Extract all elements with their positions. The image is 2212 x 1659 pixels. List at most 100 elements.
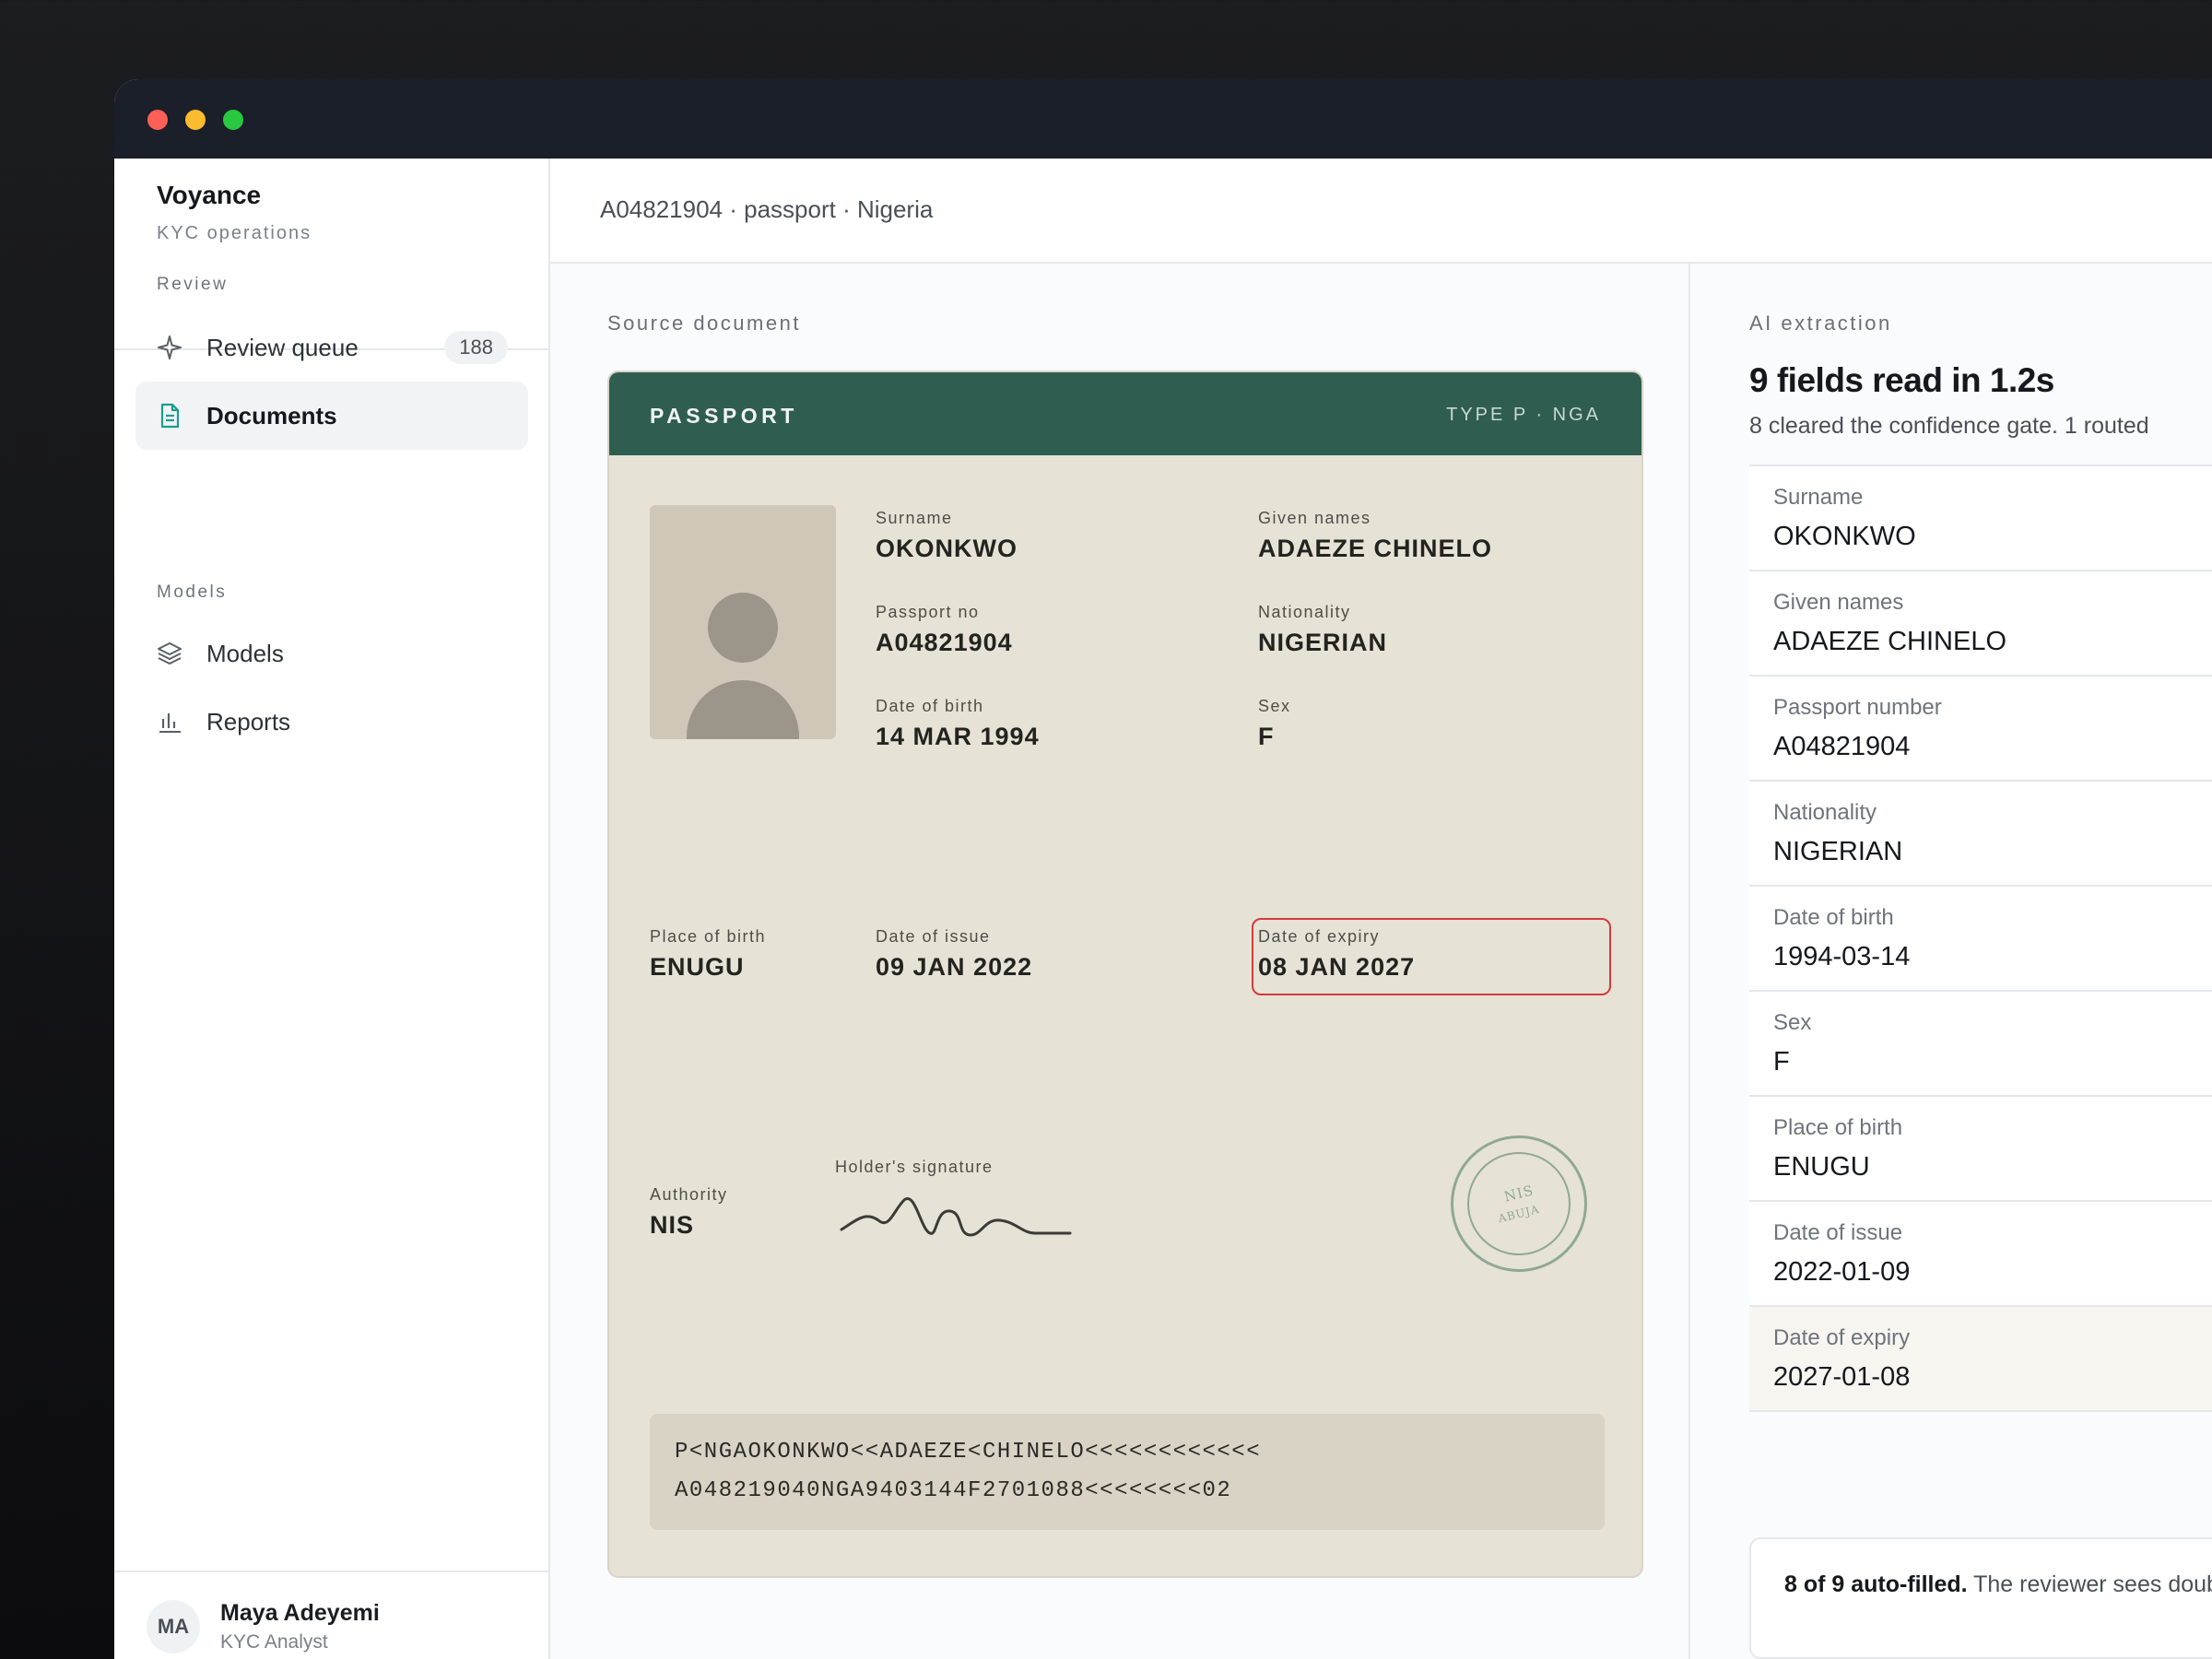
sidebar-item-review-queue[interactable]: Review queue 188 (135, 313, 528, 382)
field-value: ADAEZE CHINELO (1773, 627, 2006, 656)
extracted-field-row[interactable]: Place of birth ENUGU (1749, 1097, 2212, 1202)
layers-icon (158, 642, 182, 665)
extracted-fields-list: Surname OKONKWO Given names ADAEZE CHINE… (1749, 465, 2212, 1412)
field-value-pob: ENUGU (650, 953, 745, 981)
extracted-field-row[interactable]: Passport number A04821904 (1749, 677, 2212, 782)
authority-stamp: NIS ABUJA (1451, 1135, 1587, 1272)
bar-chart-icon (159, 713, 181, 733)
stamp-inner-ring: NIS ABUJA (1467, 1152, 1571, 1255)
sparkle-icon (158, 335, 182, 359)
passport-image: PASSPORT TYPE P · NGA Surname OKONKWO Gi… (607, 371, 1643, 1578)
field-label-pob: Place of birth (650, 927, 767, 946)
machine-readable-zone: P<NGAOKONKWO<<ADAEZE<CHINELO<<<<<<<<<<<<… (650, 1414, 1605, 1530)
field-label: Nationality (1773, 800, 1877, 825)
maximize-window-button[interactable] (223, 110, 243, 130)
field-value: A04821904 (1773, 732, 1911, 761)
brand-subtitle: KYC operations (157, 223, 312, 243)
field-label: Date of birth (1773, 905, 1894, 930)
field-value-dob: 14 MAR 1994 (876, 723, 1040, 750)
sidebar-item-documents[interactable]: Documents (135, 382, 528, 450)
extracted-field-row[interactable]: Sex F (1749, 992, 2212, 1097)
passport-type: TYPE P · NGA (1446, 405, 1601, 425)
pane-label: AI extraction (1749, 312, 1892, 335)
extracted-field-row[interactable]: Date of issue 2022-01-09 (1749, 1202, 2212, 1307)
field-value-given-names: ADAEZE CHINELO (1258, 535, 1493, 562)
field-value-nationality: NIGERIAN (1258, 629, 1388, 656)
sidebar-item-reports[interactable]: Reports (135, 688, 528, 756)
field-value-surname: OKONKWO (876, 535, 1018, 562)
holder-photo (650, 505, 836, 739)
field-value-sex: F (1258, 723, 1275, 750)
passport-header: PASSPORT TYPE P · NGA (609, 372, 1641, 455)
summary-text: 8 of 9 auto-filled. The reviewer sees do… (1784, 1567, 2212, 1602)
field-label-surname: Surname (876, 509, 953, 527)
sidebar-item-label: Reports (206, 708, 291, 735)
signature-image (840, 1196, 1072, 1237)
section-label-review: Review (157, 275, 229, 294)
summary-card: 8 of 9 auto-filled. The reviewer sees do… (1749, 1537, 2212, 1659)
app-window: Voyance KYC operations Review Review que… (114, 79, 2212, 1659)
document-icon (160, 403, 180, 429)
extraction-title: 9 fields read in 1.2s (1749, 361, 2054, 399)
section-label-models: Models (157, 582, 228, 602)
top-bar: A04821904 · passport · Nigeria (550, 159, 2212, 264)
field-value: OKONKWO (1773, 522, 1916, 551)
photo-head-shape (708, 593, 778, 663)
title-bar (114, 79, 2212, 159)
main-content: A04821904 · passport · Nigeria Source do… (550, 159, 2212, 1659)
avatar: MA (147, 1600, 200, 1653)
pane-label: Source document (607, 312, 801, 335)
extraction-subtitle: 8 cleared the confidence gate. 1 routed (1749, 413, 2149, 439)
field-value-authority: NIS (650, 1211, 695, 1239)
field-label-nationality: Nationality (1258, 603, 1351, 621)
user-profile[interactable]: MA Maya Adeyemi KYC Analyst (114, 1571, 548, 1659)
field-label-dob: Date of birth (876, 697, 984, 715)
field-label-doe: Date of expiry (1258, 927, 1381, 946)
field-label: Sex (1773, 1010, 1812, 1035)
summary-bold: 8 of 9 auto-filled. (1784, 1571, 1968, 1597)
breadcrumb: A04821904 · passport · Nigeria (600, 195, 934, 223)
mrz-line-1: P<NGAOKONKWO<<ADAEZE<CHINELO<<<<<<<<<<<< (675, 1440, 1262, 1465)
queue-count-badge: 188 (444, 331, 508, 364)
extracted-field-row[interactable]: Given names ADAEZE CHINELO (1749, 571, 2212, 677)
field-value: NIGERIAN (1773, 837, 1903, 866)
sidebar-item-label: Review queue (206, 334, 359, 361)
field-label-passport-no: Passport no (876, 603, 980, 621)
extracted-field-row[interactable]: Surname OKONKWO (1749, 466, 2212, 571)
sidebar: Voyance KYC operations Review Review que… (114, 159, 550, 1659)
field-label-given-names: Given names (1258, 509, 1371, 527)
user-role: KYC Analyst (220, 1631, 328, 1653)
field-value: F (1773, 1047, 1790, 1077)
signature-label: Holder's signature (835, 1158, 994, 1176)
field-label: Surname (1773, 485, 1864, 510)
field-value-doe: 08 JAN 2027 (1258, 953, 1416, 981)
field-label-doi: Date of issue (876, 927, 991, 946)
field-label: Given names (1773, 590, 1904, 615)
extracted-field-row-flagged[interactable]: Date of expiry 2027-01-08 (1749, 1307, 2212, 1412)
extracted-field-row[interactable]: Nationality NIGERIAN (1749, 782, 2212, 887)
source-document-pane: Source document PASSPORT TYPE P · NGA Su… (550, 264, 1690, 1659)
close-window-button[interactable] (147, 110, 168, 130)
field-value: ENUGU (1773, 1152, 1870, 1182)
field-label: Date of issue (1773, 1220, 1903, 1245)
user-name: Maya Adeyemi (220, 1600, 380, 1626)
field-label-authority: Authority (650, 1185, 728, 1204)
field-label: Passport number (1773, 695, 1942, 720)
sidebar-item-label: Models (206, 640, 284, 667)
field-label-sex: Sex (1258, 697, 1291, 715)
field-value-doi: 09 JAN 2022 (876, 953, 1033, 981)
photo-body-shape (687, 680, 799, 739)
field-value: 2027-01-08 (1773, 1362, 1911, 1392)
field-label: Date of expiry (1773, 1325, 1911, 1350)
field-value: 1994-03-14 (1773, 942, 1911, 971)
field-label: Place of birth (1773, 1115, 1903, 1140)
passport-title: PASSPORT (650, 404, 798, 428)
brand-name: Voyance (157, 181, 262, 209)
sidebar-item-models[interactable]: Models (135, 619, 528, 688)
ai-extraction-pane: AI extraction 9 fields read in 1.2s 8 cl… (1692, 264, 2212, 1659)
minimize-window-button[interactable] (185, 110, 206, 130)
mrz-line-2: A048219040NGA9403144F2701088<<<<<<<<02 (675, 1478, 1232, 1503)
extracted-field-row[interactable]: Date of birth 1994-03-14 (1749, 887, 2212, 992)
sidebar-item-label: Documents (206, 402, 337, 429)
summary-rest: The reviewer sees doubts. (1973, 1571, 2212, 1597)
